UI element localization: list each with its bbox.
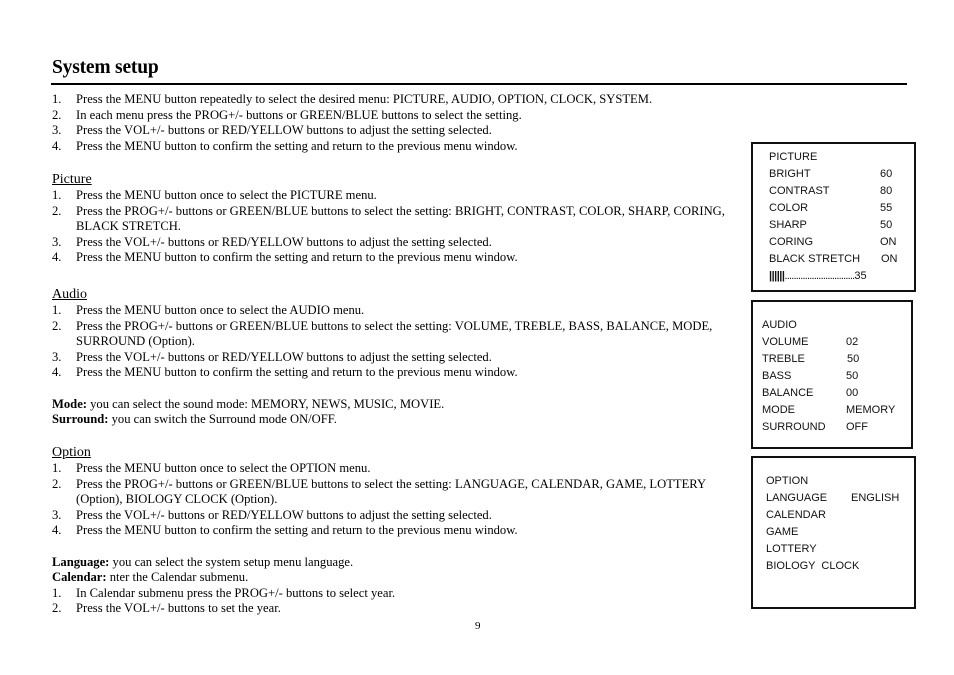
menu-item-label: VOLUME bbox=[762, 336, 809, 348]
surround-note: Surround: you can switch the Surround mo… bbox=[52, 412, 337, 426]
menu-item-label: MODE bbox=[762, 404, 795, 416]
intro-step: 3. Press the VOL+/- buttons or RED/YELLOW… bbox=[52, 123, 492, 137]
mode-note: Mode: you can select the sound mode: MEM… bbox=[52, 396, 445, 411]
picture-section: Picture 1. Press the MENU button once to … bbox=[52, 171, 742, 266]
calendar-note: Calendar: nter the Calendar submenu. bbox=[52, 570, 249, 584]
level-bar: ||||||...............................35 bbox=[769, 270, 867, 283]
audio-step: 1. Press the MENU button once to select t… bbox=[52, 303, 365, 317]
picture-step: 2. Press the PROG+/- buttons or GREEN/BLU… bbox=[52, 203, 725, 234]
page-title: System setup bbox=[52, 57, 159, 78]
menu-item-value: OFF bbox=[846, 421, 868, 433]
level-bar-ticks: |||||| bbox=[769, 270, 785, 282]
menu-item-value: 55 bbox=[880, 202, 893, 214]
page-number: 9 bbox=[475, 620, 481, 632]
option-step: 2. Press the PROG+/- buttons or GREEN/BLU… bbox=[52, 476, 706, 507]
menu-item-value: 02 bbox=[846, 336, 859, 348]
intro-section: 1. Press the MENU button repeatedly to se… bbox=[52, 92, 652, 154]
picture-step: 1. Press the MENU button once to select t… bbox=[52, 188, 377, 202]
option-step: 4. Press the MENU button to confirm the s… bbox=[52, 523, 518, 537]
audio-section: Audio 1. Press the MENU button once to se… bbox=[52, 286, 742, 428]
calendar-step: 2. Press the VOL+/- buttons to set the ye… bbox=[52, 601, 281, 615]
picture-step: 4. Press the MENU button to confirm the s… bbox=[52, 250, 518, 264]
audio-step: 2. Press the PROG+/- buttons or GREEN/BLU… bbox=[52, 318, 713, 349]
audio-step: 4. Press the MENU button to confirm the s… bbox=[52, 365, 518, 379]
picture-step: 3. Press the VOL+/- buttons or RED/YELLOW… bbox=[52, 234, 492, 249]
picture-menu-screen: PICTURE BRIGHT 60 CONTRAST 80 COLOR 55 S… bbox=[751, 142, 916, 292]
audio-heading: Audio bbox=[52, 287, 87, 302]
menu-item-value: 80 bbox=[880, 185, 893, 197]
menu-item-label: BRIGHT bbox=[769, 168, 811, 180]
menu-item-label: BASS bbox=[762, 370, 792, 382]
menu-item-value: ON bbox=[880, 236, 897, 248]
menu-item-label: TREBLE bbox=[762, 353, 805, 365]
menu-item-label: BIOLOGY CLOCK bbox=[766, 560, 860, 572]
audio-menu-screen: AUDIO VOLUME 02 TREBLE 50 BASS 50 BALANC… bbox=[751, 300, 913, 449]
menu-title: AUDIO bbox=[762, 319, 797, 331]
menu-item-value: ON bbox=[881, 253, 898, 265]
option-section: Option 1. Press the MENU button once to s… bbox=[52, 444, 742, 617]
menu-item-label: SURROUND bbox=[762, 421, 826, 433]
menu-item-value: MEMORY bbox=[846, 404, 896, 416]
menu-item-label: CONTRAST bbox=[769, 185, 830, 197]
menu-item-label: BALANCE bbox=[762, 387, 814, 399]
menu-item-value: 60 bbox=[880, 168, 893, 180]
option-step: 3. Press the VOL+/- buttons or RED/YELLOW… bbox=[52, 507, 492, 522]
level-bar-value: 35 bbox=[854, 270, 867, 282]
menu-title: OPTION bbox=[766, 475, 809, 487]
intro-step: 4. Press the MENU button to confirm the s… bbox=[52, 138, 518, 153]
menu-item-label: CALENDAR bbox=[766, 509, 826, 521]
menu-item-value: 50 bbox=[847, 353, 860, 365]
picture-heading: Picture bbox=[52, 172, 92, 187]
language-note: Language: you can select the system setu… bbox=[52, 554, 354, 569]
menu-item-label: GAME bbox=[766, 526, 799, 538]
level-bar-dots: ............................... bbox=[784, 270, 855, 282]
menu-item-value: 50 bbox=[880, 219, 893, 231]
option-step: 1. Press the MENU button once to select t… bbox=[52, 461, 371, 475]
menu-title: PICTURE bbox=[769, 151, 818, 163]
audio-step: 3. Press the VOL+/- buttons or RED/YELLOW… bbox=[52, 349, 492, 364]
option-heading: Option bbox=[52, 445, 91, 460]
menu-item-label: CORING bbox=[769, 236, 813, 248]
title-rule bbox=[51, 83, 907, 85]
menu-item-label: BLACK STRETCH bbox=[769, 253, 861, 265]
menu-item-label: COLOR bbox=[769, 202, 809, 214]
option-menu-screen: OPTION LANGUAGE ENGLISH CALENDAR GAME LO… bbox=[751, 456, 916, 609]
menu-item-value: ENGLISH bbox=[851, 492, 900, 504]
menu-item-label: LANGUAGE bbox=[766, 492, 828, 504]
menu-item-label: LOTTERY bbox=[766, 543, 817, 555]
menu-item-label: SHARP bbox=[769, 219, 807, 231]
intro-step: 1. Press the MENU button repeatedly to se… bbox=[52, 92, 653, 106]
menu-item-value: 00 bbox=[846, 387, 859, 399]
intro-step: 2. In each menu press the PROG+/- buttons… bbox=[52, 107, 522, 122]
menu-item-value: 50 bbox=[846, 370, 859, 382]
calendar-step: 1. In Calendar submenu press the PROG+/- … bbox=[52, 585, 396, 600]
